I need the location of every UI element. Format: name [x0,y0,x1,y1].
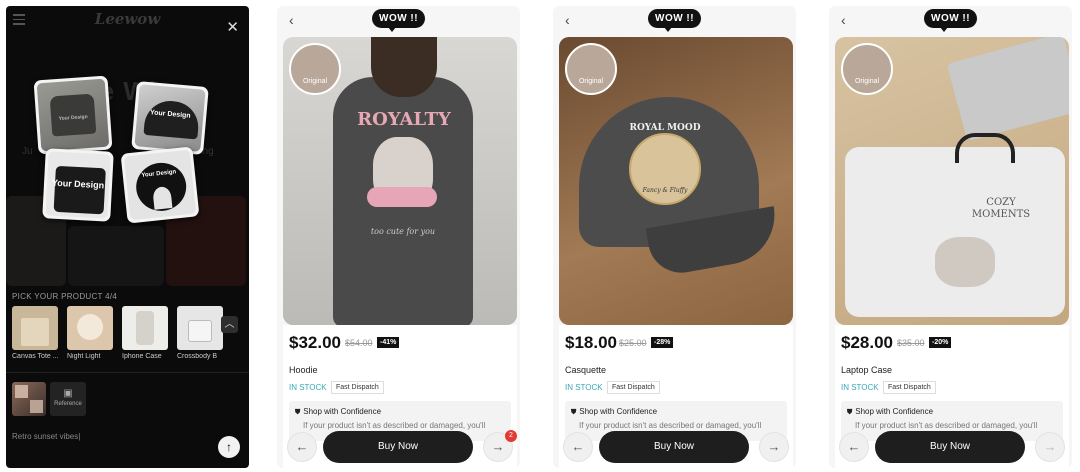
sample-card-sweatshirt[interactable]: Your Design [33,75,113,155]
original-label: Original [854,78,880,85]
product-name: Casquette [565,365,607,375]
product-option-iphone-case[interactable]: Iphone Case [122,306,170,360]
back-chevron-icon[interactable]: ‹ [841,12,846,28]
original-image-thumbnail[interactable]: Original [289,43,341,95]
price: $18.00 [565,333,617,352]
confidence-title: ⛊ Shop with Confidence [571,407,658,416]
original-price: $25.00 [619,338,647,348]
confidence-title: ⛊ Shop with Confidence [295,407,382,416]
image-icon: ▣ [63,388,73,399]
discount-badge: -41% [377,337,400,348]
product-name: Canvas Tote ... [12,353,59,360]
brand-logo: Leewow [94,10,161,28]
close-icon[interactable]: ✕ [226,20,239,35]
screenshot-stage: Leewow ✕ Make Wh Ju thing Your Design Yo… [0,0,1080,472]
product-option-canvas-tote[interactable]: Canvas Tote ... [12,306,60,360]
reference-button[interactable]: ▣ Reference [50,382,86,416]
product-thumbnail [67,306,113,350]
original-image-thumbnail[interactable]: Original [841,43,893,95]
original-label: Original [578,78,604,85]
send-arrow-icon[interactable]: ↑ [218,436,240,458]
original-price: $54.00 [345,338,373,348]
fast-dispatch-tag: Fast Dispatch [331,381,384,394]
pick-product-title: PICK YOUR PRODUCT 4/4 [12,292,118,301]
shield-icon: ⛊ [295,409,301,416]
print-title: COZY MOMENTS [971,197,1031,220]
print-title: ROYALTY [357,109,451,130]
stock-status: IN STOCK [565,383,603,392]
product-thumbnail [12,306,58,350]
product-name: Iphone Case [122,353,162,360]
product-name: Crossbody B [177,353,218,360]
confidence-text: If your product isn't as described or da… [579,421,762,430]
confidence-text: If your product isn't as described or da… [855,421,1038,430]
product-panel-laptop-case: ‹ WOW !! COZY MOMENTS Original $28.00 $3… [829,6,1072,468]
original-label: Original [302,78,328,85]
product-option-crossbody-bag[interactable]: Crossbody B [177,306,225,360]
fast-dispatch-tag: Fast Dispatch [883,381,936,394]
stock-status: IN STOCK [841,383,879,392]
shield-icon: ⛊ [571,409,577,416]
product-panel-hoodie: ‹ WOW !! ROYALTY too cute for you Origin… [277,6,520,468]
price: $28.00 [841,333,893,352]
product-photo: ROYAL MOOD Fancy & Fluffy Original [559,37,793,325]
original-image-thumbnail[interactable]: Original [565,43,617,95]
product-photo: COZY MOMENTS Original [835,37,1069,325]
product-thumbnail [122,306,168,350]
sample-card-cap[interactable]: Your Design [131,80,209,156]
prev-arrow-icon[interactable]: ← [563,432,593,462]
cart-count-badge: 2 [505,430,517,442]
print-subtitle: too cute for you [370,227,436,236]
hero-subtitle: Ju [22,146,33,157]
buy-now-button[interactable]: Buy Now [323,431,473,463]
product-picker: Canvas Tote ... Night Light Iphone Case … [12,306,225,368]
design-app-panel: Leewow ✕ Make Wh Ju thing Your Design Yo… [6,6,249,468]
next-arrow-icon[interactable]: → [759,432,789,462]
collapse-chevron-icon[interactable]: ︿ [221,316,238,333]
uploaded-image-thumbnail[interactable] [12,382,46,416]
product-option-night-light[interactable]: Night Light [67,306,115,360]
divider [6,372,249,373]
stock-status: IN STOCK [289,383,327,392]
product-photo: ROYALTY too cute for you Original [283,37,517,325]
pick-product-count: 4/4 [105,292,118,301]
back-chevron-icon[interactable]: ‹ [565,12,570,28]
wow-badge: WOW !! [648,9,702,32]
next-arrow-icon[interactable]: → [1035,432,1065,462]
reference-label: Reference [54,401,82,407]
prompt-input[interactable]: Retro sunset vibes| [12,432,80,441]
product-name: Night Light [67,353,101,360]
fast-dispatch-tag: Fast Dispatch [607,381,660,394]
background-photo [68,226,164,286]
original-price: $35.00 [897,338,925,348]
discount-badge: -28% [651,337,674,348]
price: $32.00 [289,333,341,352]
product-name: Laptop Case [841,365,893,375]
prev-arrow-icon[interactable]: ← [839,432,869,462]
product-thumbnail [177,306,223,350]
print-title: ROYAL MOOD [629,123,701,133]
print-subtitle: Fancy & Fluffy [642,187,688,194]
buy-now-button[interactable]: Buy Now [599,431,749,463]
buy-now-button[interactable]: Buy Now [875,431,1025,463]
product-name: Hoodie [289,365,318,375]
product-panel-casquette: ‹ WOW !! ROYAL MOOD Fancy & Fluffy Origi… [553,6,796,468]
confidence-title: ⛊ Shop with Confidence [847,407,934,416]
shield-icon: ⛊ [847,409,853,416]
prev-arrow-icon[interactable]: ← [287,432,317,462]
discount-badge: -20% [929,337,952,348]
wow-badge: WOW !! [372,9,426,32]
sample-card-tote[interactable]: Your Design [42,148,114,222]
wow-badge: WOW !! [924,9,978,32]
sample-card-neck-pillow[interactable]: Your Design [120,146,200,224]
back-chevron-icon[interactable]: ‹ [289,12,294,28]
confidence-text: If your product isn't as described or da… [303,421,486,430]
